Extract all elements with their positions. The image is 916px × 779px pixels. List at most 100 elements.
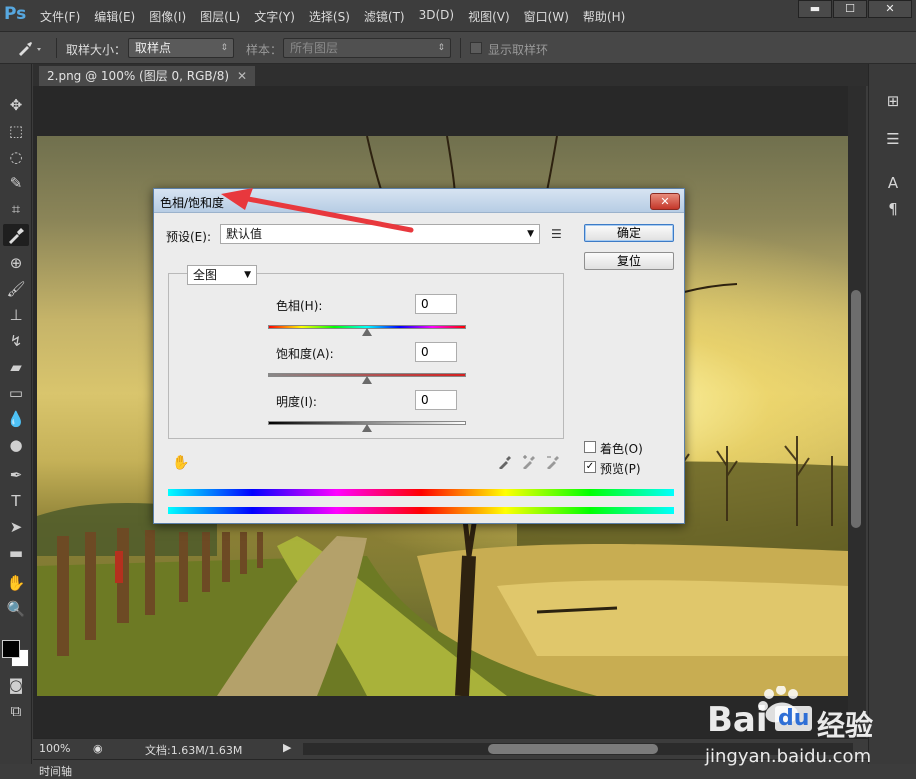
vertical-scroll-thumb[interactable] [851,290,861,528]
watermark-url: jingyan.baidu.com [705,746,872,767]
marquee-tool-icon[interactable]: ⬚ [3,120,29,142]
preview-label: 预览(P) [600,462,641,476]
quick-mask-icon[interactable]: ◙ [3,674,29,696]
menu-layer[interactable]: 图层(L) [200,8,240,25]
annotation-arrow [221,188,414,233]
menu-3d[interactable]: 3D(D) [419,8,454,25]
lightness-slider-thumb[interactable] [362,424,372,432]
hue-label: 色相(H): [276,299,323,313]
input-color-bar [168,489,674,496]
ok-button[interactable]: 确定 [584,224,674,242]
eyedropper-tool-preset-icon[interactable] [16,39,44,57]
clone-stamp-tool-icon[interactable]: ⊥ [3,304,29,326]
targeted-adjustment-hand-icon[interactable]: ✋ [172,455,189,471]
eraser-tool-icon[interactable]: ▰ [3,356,29,378]
pen-tool-icon[interactable]: ✒ [3,464,29,486]
colorize-label: 着色(O) [600,442,643,456]
shape-tool-icon[interactable]: ▬ [3,542,29,564]
window-controls: ▬ ☐ ✕ [797,0,912,18]
show-ring-checkbox[interactable] [470,42,482,54]
colorize-checkbox[interactable] [584,441,596,453]
path-selection-tool-icon[interactable]: ➤ [3,516,29,538]
status-arrow-icon[interactable]: ▶ [283,741,291,754]
watermark-brand-cn: 经验 [817,709,874,742]
menu-items: 文件(F) 编辑(E) 图像(I) 图层(L) 文字(Y) 选择(S) 滤镜(T… [40,8,639,25]
close-window-button[interactable]: ✕ [868,0,912,18]
blur-tool-icon[interactable]: 💧 [3,408,29,430]
healing-brush-tool-icon[interactable]: ⊕ [3,252,29,274]
channel-select[interactable]: 全图 ▼ [187,265,257,285]
panel-dock: ⊞ ☰ A ¶ [868,64,916,764]
screen-mode-icon[interactable]: ⧉ [3,700,29,722]
menu-filter[interactable]: 滤镜(T) [364,8,405,25]
adjustment-group [168,273,564,439]
photoshop-window: Ps 文件(F) 编辑(E) 图像(I) 图层(L) 文字(Y) 选择(S) 滤… [0,0,916,779]
tools-panel: ✥ ⬚ ◌ ✎ ⌗ ⊕ 🖌 ⊥ ↯ ▰ ▭ 💧 ● ✒ T ➤ ▬ ✋ 🔍 ◙ … [0,64,32,764]
options-bar: 取样大小： 取样点 ⇕ 样本： 所有图层 ⇕ 显示取样环 [0,32,916,64]
hue-saturation-dialog: 色相/饱和度 ✕ 预设(E): 默认值 ▼ ☰ 确定 复位 全图 ▼ 色相(H): … [153,188,685,524]
watermark-brand: Bai [707,700,768,740]
foreground-color-swatch[interactable] [2,640,20,658]
paragraph-panel-icon[interactable]: ¶ [879,198,907,220]
crop-tool-icon[interactable]: ⌗ [3,198,29,220]
character-panel-icon[interactable]: A [879,172,907,194]
menu-type[interactable]: 文字(Y) [254,8,295,25]
preset-label: 预设(E): [166,230,211,244]
show-ring-label: 显示取样环 [488,43,549,57]
type-tool-icon[interactable]: T [3,490,29,512]
eyedropper-tool-icon[interactable] [3,224,29,246]
timeline-tab[interactable]: 时间轴 [39,763,72,779]
minimize-button[interactable]: ▬ [798,0,832,18]
sample-select[interactable]: 所有图层 ⇕ [283,38,451,58]
saturation-slider-thumb[interactable] [362,376,372,384]
history-panel-icon[interactable]: ☰ [879,128,907,150]
baidu-watermark: Bai du 经验 jingyan.baidu.com [705,686,905,776]
menu-window[interactable]: 窗口(W) [524,8,569,25]
add-to-sample-eyedropper-icon[interactable] [522,455,536,473]
menu-edit[interactable]: 编辑(E) [94,8,135,25]
lightness-label: 明度(I): [276,395,317,409]
move-tool-icon[interactable]: ✥ [3,94,29,116]
hand-tool-icon[interactable]: ✋ [3,572,29,594]
menu-file[interactable]: 文件(F) [40,8,80,25]
spinner-icon: ⇕ [437,43,445,53]
document-tab-bar: 2.png @ 100% (图层 0, RGB/8) ✕ [33,64,868,86]
menu-view[interactable]: 视图(V) [468,8,510,25]
chevron-down-icon: ▼ [527,229,534,239]
zoom-level[interactable]: 100% [39,742,70,755]
zoom-tool-icon[interactable]: 🔍 [3,598,29,620]
dodge-tool-icon[interactable]: ● [3,434,29,456]
sample-size-select[interactable]: 取样点 ⇕ [128,38,234,58]
swatches-panel-icon[interactable]: ⊞ [879,90,907,112]
menu-help[interactable]: 帮助(H) [583,8,625,25]
subtract-from-sample-eyedropper-icon[interactable] [546,455,560,473]
menu-image[interactable]: 图像(I) [149,8,186,25]
close-tab-icon[interactable]: ✕ [237,69,247,83]
lightness-input[interactable]: 0 [415,390,457,410]
eyedropper-icon[interactable] [498,455,512,473]
output-color-bar [168,507,674,514]
document-tab[interactable]: 2.png @ 100% (图层 0, RGB/8) ✕ [39,66,256,86]
gradient-tool-icon[interactable]: ▭ [3,382,29,404]
status-menu-icon[interactable]: ◉ [93,742,103,755]
vertical-scrollbar[interactable] [848,86,866,738]
menu-bar: Ps 文件(F) 编辑(E) 图像(I) 图层(L) 文字(Y) 选择(S) 滤… [0,0,916,32]
saturation-input[interactable]: 0 [415,342,457,362]
reset-button[interactable]: 复位 [584,252,674,270]
lasso-tool-icon[interactable]: ◌ [3,146,29,168]
maximize-button[interactable]: ☐ [833,0,867,18]
spinner-icon: ⇕ [220,43,228,53]
history-brush-tool-icon[interactable]: ↯ [3,330,29,352]
menu-select[interactable]: 选择(S) [309,8,350,25]
quick-select-tool-icon[interactable]: ✎ [3,172,29,194]
brush-tool-icon[interactable]: 🖌 [3,278,29,300]
dialog-close-button[interactable]: ✕ [650,193,680,210]
saturation-label: 饱和度(A): [276,347,334,361]
hue-input[interactable]: 0 [415,294,457,314]
horizontal-scroll-thumb[interactable] [488,744,658,754]
photoshop-logo: Ps [4,4,27,24]
chevron-down-icon: ▼ [244,270,251,280]
preset-options-icon[interactable]: ☰ [551,227,562,241]
preview-checkbox[interactable]: ✓ [584,461,596,473]
hue-slider-thumb[interactable] [362,328,372,336]
